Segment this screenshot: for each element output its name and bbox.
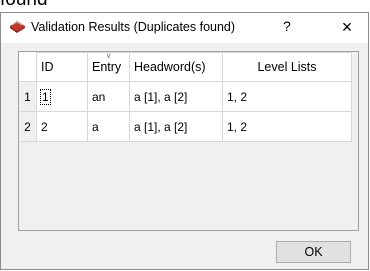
table-row[interactable]: 2 2 a a [1], a [2] 1, 2 [19,111,352,142]
title-bar[interactable]: Validation Results (Duplicates found) ? … [1,13,368,43]
column-header-level-lists[interactable]: Level Lists [222,52,352,82]
cell-headwords[interactable]: a [1], a [2] [129,111,223,142]
column-header-entry[interactable]: ∨ Entry [87,51,130,82]
validation-results-dialog: Validation Results (Duplicates found) ? … [0,12,369,270]
cell-level-lists[interactable]: 1, 2 [222,81,352,112]
results-table: ID ∨ Entry Headword(s) Level Lists 1 1 a… [19,52,352,142]
background-window-text: found [0,0,48,12]
table-header-row: ID ∨ Entry Headword(s) Level Lists [19,51,352,82]
dialog-title: Validation Results (Duplicates found) [31,20,236,34]
close-button[interactable]: × [334,15,360,39]
table-row[interactable]: 1 1 an a [1], a [2] 1, 2 [19,81,352,112]
row-number[interactable]: 2 [19,111,37,142]
column-header-entry-label: Entry [92,60,122,74]
row-number[interactable]: 1 [19,81,37,112]
ok-button[interactable]: OK [276,241,351,263]
sort-indicator-icon: ∨ [105,51,112,60]
help-button[interactable]: ? [283,18,291,34]
cell-id[interactable]: 2 [36,111,88,142]
cell-id-value: 1 [40,88,51,105]
cell-level-lists[interactable]: 1, 2 [222,111,352,142]
cell-id[interactable]: 1 [36,81,88,112]
results-table-container[interactable]: ID ∨ Entry Headword(s) Level Lists 1 1 a… [18,51,359,231]
column-header-headwords[interactable]: Headword(s) [129,52,223,82]
header-corner[interactable] [19,52,37,82]
cell-headwords[interactable]: a [1], a [2] [129,81,223,112]
cell-entry[interactable]: an [87,81,130,112]
app-icon [10,21,25,33]
column-header-id[interactable]: ID [36,52,88,82]
cell-entry[interactable]: a [87,111,130,142]
